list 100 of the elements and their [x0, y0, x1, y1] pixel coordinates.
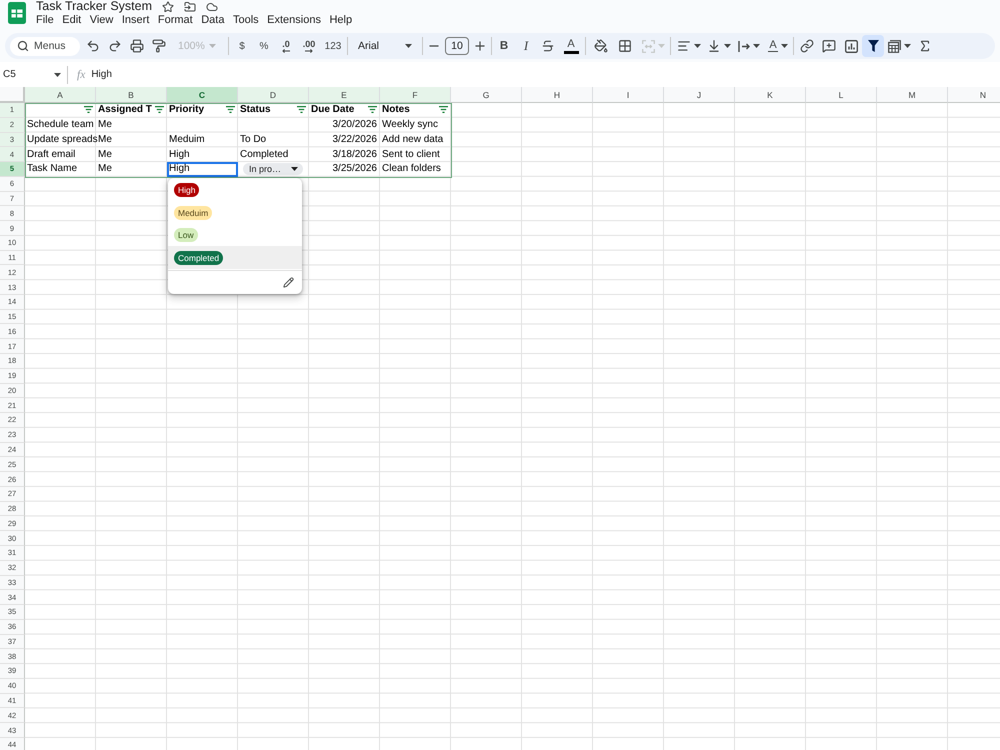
fx-label: fx — [77, 68, 86, 80]
table-cell-text: Me — [97, 118, 113, 132]
caret-icon — [694, 44, 701, 48]
dropdown-option[interactable]: Meduim — [168, 201, 302, 224]
increase-decimals-button[interactable]: .00 — [297, 35, 321, 57]
header-cell[interactable]: Due Date — [309, 103, 380, 118]
formula-field[interactable]: High — [91, 66, 1000, 84]
print-icon[interactable] — [130, 39, 144, 53]
table-cell-text: Sent to client — [381, 148, 441, 162]
column-header[interactable]: K — [735, 87, 806, 103]
option-chip: Low — [174, 228, 198, 242]
table-cell-text: Schedule team — [26, 118, 95, 132]
undo-icon[interactable] — [86, 39, 100, 53]
menu-item[interactable]: View — [90, 14, 114, 26]
plus-icon[interactable] — [473, 39, 487, 53]
font-select[interactable]: Arial — [352, 35, 418, 57]
table-cell-text: High — [168, 148, 191, 162]
paint-roller-icon[interactable] — [152, 39, 166, 53]
menu-item[interactable]: Extensions — [267, 14, 321, 26]
sheets-logo[interactable] — [8, 2, 26, 24]
column-header[interactable]: A — [25, 87, 96, 103]
table-cell-text: 3/22/2026 — [332, 132, 378, 147]
table-cell-text: Clean folders — [381, 162, 442, 176]
currency-button[interactable]: $ — [231, 35, 253, 57]
percent-button[interactable]: % — [253, 35, 275, 57]
text-wrap-icon[interactable] — [738, 40, 750, 52]
menu-item[interactable]: Tools — [232, 14, 259, 26]
caret-icon — [904, 44, 910, 48]
menu-item[interactable]: Insert — [122, 14, 150, 26]
font-size-field[interactable]: 10 — [445, 37, 469, 55]
table-cell-text: 3/20/2026 — [332, 118, 378, 132]
column-header[interactable]: M — [877, 87, 948, 103]
text-color-button[interactable]: A — [559, 35, 583, 57]
header-cell[interactable]: Assigned T — [96, 103, 167, 118]
dropdown-option[interactable]: Low — [168, 224, 302, 246]
star-icon[interactable] — [162, 0, 174, 12]
column-header[interactable]: I — [593, 87, 664, 103]
column-header[interactable]: F — [380, 87, 451, 103]
caret-icon — [405, 44, 412, 48]
menu-item[interactable]: Help — [329, 14, 352, 26]
link-icon[interactable] — [800, 39, 814, 53]
table-cell: High — [167, 162, 238, 177]
dropdown-option[interactable]: High — [168, 178, 302, 202]
status-chip[interactable]: In pro… — [243, 162, 303, 175]
arrow-down-line-icon[interactable] — [707, 39, 721, 53]
pencil-icon[interactable] — [283, 276, 294, 288]
dropdown-option[interactable]: Completed — [168, 246, 302, 269]
table-cell-text: Draft email — [26, 148, 76, 162]
column-header[interactable]: H — [522, 87, 593, 103]
cloud-icon[interactable] — [206, 0, 218, 12]
grid-icon[interactable] — [618, 39, 632, 53]
bold-button[interactable]: B — [493, 35, 515, 57]
column-header[interactable]: D — [238, 87, 309, 103]
paint-bucket-icon[interactable] — [594, 39, 608, 53]
header-cell[interactable]: Notes — [380, 103, 451, 118]
column-header[interactable]: E — [309, 87, 380, 103]
color-swatch-icon — [564, 50, 578, 54]
table-cell-text: Meduim — [168, 132, 206, 147]
table-icon[interactable] — [888, 40, 900, 52]
menu-item[interactable]: Edit — [62, 14, 82, 26]
table-cell-text: Add new data — [381, 132, 444, 147]
search-field[interactable]: Menus — [10, 36, 80, 56]
table-cell-text: 3/25/2026 — [332, 162, 378, 176]
header-cell[interactable]: Status — [238, 103, 309, 118]
text-rotation-button[interactable]: A — [764, 35, 792, 57]
column-header[interactable]: J — [664, 87, 735, 103]
table-cell-text: Me — [98, 132, 113, 147]
name-box[interactable]: C5 — [0, 66, 61, 84]
column-header[interactable]: L — [806, 87, 877, 103]
table-cell-text: Me — [97, 162, 113, 176]
menu-item[interactable]: File — [36, 14, 54, 26]
menu-item[interactable]: Format — [158, 14, 193, 26]
number-format-button[interactable]: 123 — [321, 35, 345, 57]
table-cell-text: Update spreads — [26, 132, 96, 147]
caret-icon — [54, 72, 61, 76]
option-chip: High — [174, 183, 200, 198]
column-header[interactable]: N — [948, 87, 1000, 103]
caret-icon — [658, 44, 664, 48]
filter-icon[interactable] — [868, 40, 878, 52]
column-header[interactable]: C — [167, 87, 238, 103]
menu-item[interactable]: Data — [201, 14, 224, 26]
table-cell-text: 3/18/2026 — [332, 148, 378, 162]
folder-icon[interactable] — [184, 0, 196, 12]
header-cell[interactable]: Priority — [167, 103, 238, 118]
sigma-icon[interactable] — [918, 39, 932, 53]
caret-icon — [753, 44, 760, 48]
chart-icon[interactable] — [844, 40, 858, 52]
comment-icon[interactable] — [822, 39, 836, 53]
column-header[interactable]: B — [96, 87, 167, 103]
strikethrough-icon[interactable] — [541, 39, 555, 53]
redo-icon[interactable] — [108, 39, 122, 53]
document-title[interactable]: Task Tracker System — [36, 0, 152, 13]
column-header[interactable]: G — [451, 87, 522, 103]
arrow-left-icon — [282, 48, 290, 52]
caret-icon — [209, 44, 216, 48]
filter-button[interactable] — [862, 35, 884, 57]
table-cell-text: Me — [97, 148, 113, 162]
align-left-icon[interactable] — [677, 39, 691, 53]
decrease-decimals-button[interactable]: .0 — [275, 35, 297, 57]
italic-button[interactable]: I — [515, 35, 537, 57]
